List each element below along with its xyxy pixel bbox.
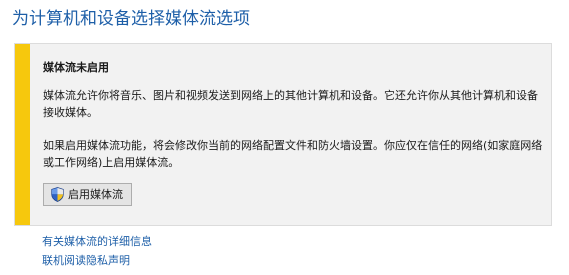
enable-button-label: 启用媒体流 xyxy=(68,188,123,201)
notice-heading: 媒体流未启用 xyxy=(43,61,109,74)
privacy-statement-link[interactable]: 联机阅读隐私声明 xyxy=(42,253,130,268)
warning-bar xyxy=(15,44,30,225)
uac-shield-icon xyxy=(51,187,64,202)
notice-description: 媒体流允许你将音乐、图片和视频发送到网络上的其他计算机和设备。它还允许你从其他计… xyxy=(43,89,538,119)
enable-media-streaming-button[interactable]: 启用媒体流 xyxy=(43,183,132,206)
notice-warning-text: 如果启用媒体流功能，将会修改你当前的网络配置文件和防火墙设置。你应仅在信任的网络… xyxy=(43,139,543,169)
page-title: 为计算机和设备选择媒体流选项 xyxy=(12,9,250,29)
notice-content: 媒体流未启用 媒体流允许你将音乐、图片和视频发送到网络上的其他计算机和设备。它还… xyxy=(43,44,545,225)
media-streaming-notice-panel: 媒体流未启用 媒体流允许你将音乐、图片和视频发送到网络上的其他计算机和设备。它还… xyxy=(14,43,552,226)
media-streaming-details-link[interactable]: 有关媒体流的详细信息 xyxy=(42,234,152,249)
